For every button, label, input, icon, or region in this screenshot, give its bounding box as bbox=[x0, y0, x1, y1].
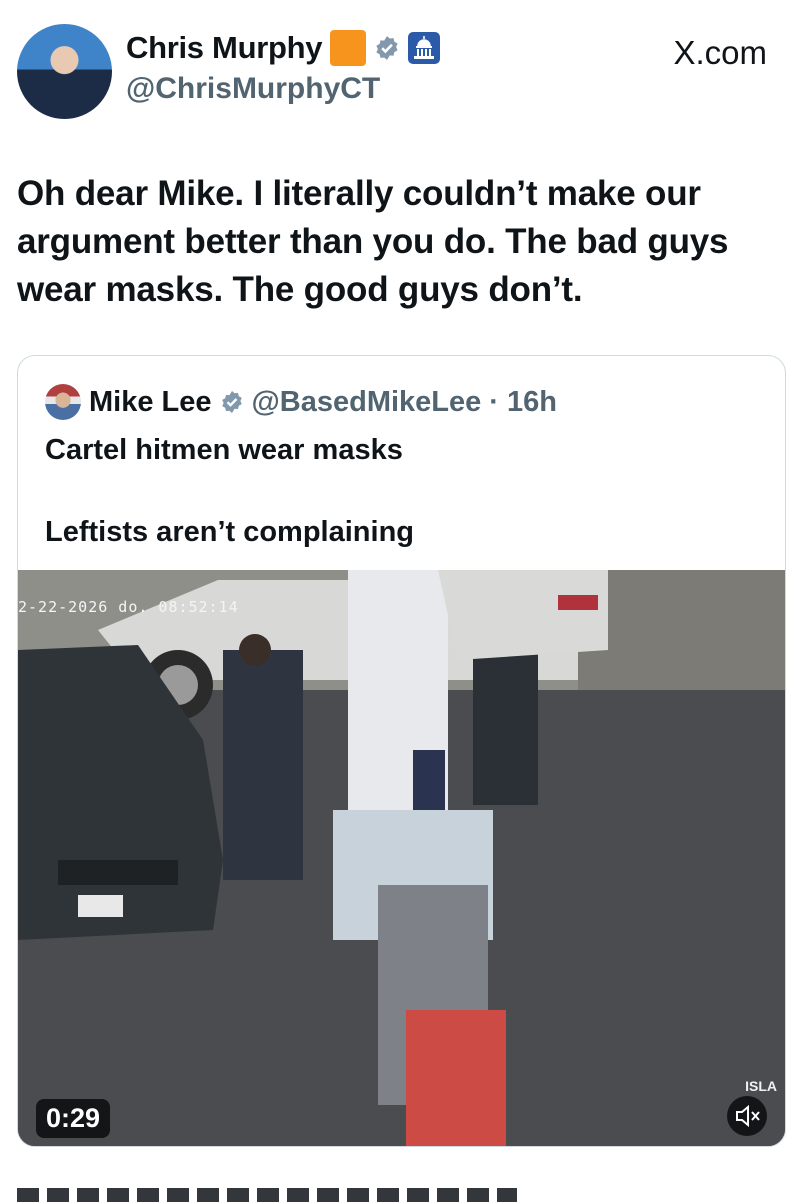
quoted-tweet[interactable]: Mike Lee @BasedMikeLee · 16h Cartel hitm… bbox=[17, 355, 786, 1147]
verified-badge-icon bbox=[221, 391, 242, 413]
quoted-time[interactable]: 16h bbox=[507, 386, 557, 419]
quoted-text-line-2: Leftists aren’t complaining bbox=[45, 516, 414, 548]
quoted-handle[interactable]: @BasedMikeLee bbox=[252, 386, 482, 419]
author-name-row: Chris Murphy bbox=[126, 30, 441, 66]
site-label: X.com bbox=[673, 34, 767, 71]
quoted-text-line-1: Cartel hitmen wear masks bbox=[45, 434, 403, 466]
camera-timestamp: 2-22-2026 do. 08:52:14 bbox=[18, 598, 239, 616]
camera-brand-watermark: ISLA bbox=[745, 1078, 777, 1094]
gas-station-video-frame bbox=[18, 570, 785, 1146]
author-avatar[interactable] bbox=[17, 24, 112, 119]
speaker-muted-icon bbox=[736, 1104, 760, 1128]
author-handle[interactable]: @ChrisMurphyCT bbox=[126, 72, 380, 106]
verified-badge-icon bbox=[376, 36, 398, 60]
quoted-separator: · bbox=[489, 385, 499, 418]
author-name[interactable]: Chris Murphy bbox=[126, 30, 323, 66]
video-player[interactable]: 2-22-2026 do. 08:52:14 ISLA 0:29 bbox=[18, 570, 785, 1146]
capitol-building-icon bbox=[408, 32, 441, 64]
quoted-name[interactable]: Mike Lee bbox=[89, 386, 212, 419]
quoted-header: Mike Lee @BasedMikeLee · 16h bbox=[45, 384, 557, 420]
quoted-avatar[interactable] bbox=[45, 384, 81, 420]
tweet-text: Oh dear Mike. I literally couldn’t make … bbox=[17, 174, 729, 309]
video-duration: 0:29 bbox=[36, 1099, 111, 1138]
mute-toggle-button[interactable] bbox=[727, 1096, 767, 1136]
orange-square-emoji-icon bbox=[330, 30, 367, 66]
